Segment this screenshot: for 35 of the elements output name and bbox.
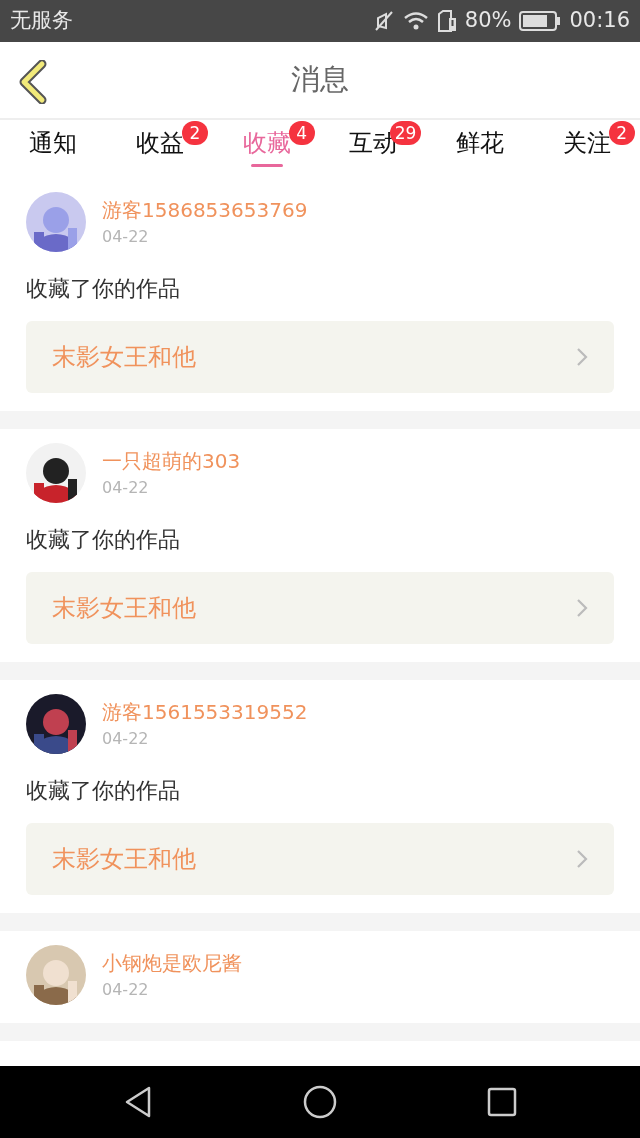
message-date: 04-22: [102, 226, 150, 248]
user-name[interactable]: 一只超萌的303: [102, 446, 241, 476]
work-link[interactable]: 末影女王和他: [26, 321, 614, 393]
page-title: 消息: [291, 61, 349, 99]
chevron-icon: [576, 849, 588, 869]
user-name[interactable]: 小钢炮是欧尼酱: [102, 948, 242, 978]
work-link[interactable]: 末影女王和他: [26, 572, 614, 644]
message-date: 04-22: [102, 477, 150, 499]
home-nav-icon[interactable]: [303, 1085, 337, 1119]
message-date: 04-22: [102, 728, 150, 750]
user-name[interactable]: 游客1561553319552: [102, 697, 308, 727]
clock: 00:16: [569, 7, 630, 35]
count-badge: 4: [288, 121, 315, 146]
tab[interactable]: 鲜花: [456, 123, 504, 178]
tab[interactable]: 关注: [562, 123, 611, 178]
user-name[interactable]: 游客1586853653769: [102, 195, 308, 225]
count-badge: 2: [182, 121, 208, 146]
message-text: 收藏了你的作品: [26, 275, 181, 303]
recents-nav-icon[interactable]: [487, 1087, 517, 1117]
tab[interactable]: 收益: [136, 123, 184, 178]
back-nav-icon[interactable]: [123, 1086, 153, 1118]
message-text: 收藏了你的作品: [26, 777, 181, 805]
sim-icon: [436, 10, 457, 32]
message-text: 收藏了你的作品: [26, 526, 181, 554]
carrier-label: 无服务: [10, 7, 73, 35]
mute-icon: [372, 10, 395, 32]
tab[interactable]: 通知: [29, 123, 78, 178]
battery-percent: 80%: [464, 7, 512, 35]
message-date: 04-22: [102, 979, 150, 1001]
tab[interactable]: 收藏: [242, 123, 291, 178]
battery-icon: [519, 10, 562, 32]
chevron-icon: [576, 347, 588, 367]
wifi-icon: [402, 11, 429, 31]
work-link[interactable]: 末影女王和他: [26, 823, 614, 895]
chevron-icon: [576, 598, 588, 618]
